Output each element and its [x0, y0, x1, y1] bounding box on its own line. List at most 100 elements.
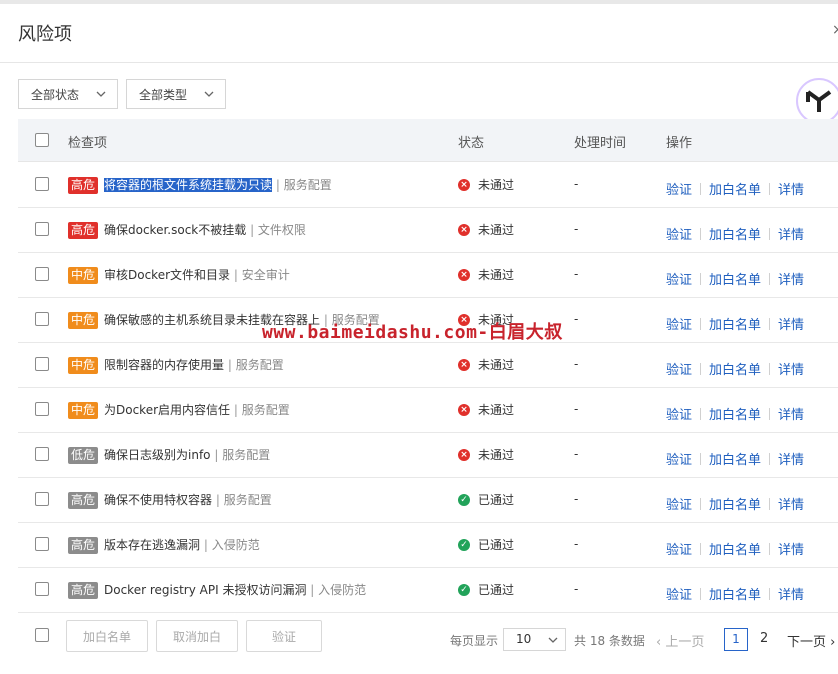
details-link[interactable]: 详情 [778, 228, 804, 243]
row-checkbox[interactable] [35, 357, 49, 371]
status-cell: ✓ 已通过 [458, 581, 514, 598]
verify-link[interactable]: 验证 [666, 183, 692, 198]
verify-link[interactable]: 验证 [666, 408, 692, 423]
page-2-button[interactable]: 2 [760, 631, 768, 646]
next-page-label: 下一页 [787, 635, 827, 650]
row-actions: 验证 加白名单 详情 [666, 314, 804, 333]
handle-time: - [574, 402, 579, 416]
details-link[interactable]: 详情 [778, 408, 804, 423]
verify-link[interactable]: 验证 [666, 498, 692, 513]
bulk-verify-button[interactable]: 验证 [246, 620, 322, 652]
details-link[interactable]: 详情 [778, 498, 804, 513]
whitelist-link[interactable]: 加白名单 [709, 453, 761, 468]
row-checkbox[interactable] [35, 222, 49, 236]
row-actions: 验证 加白名单 详情 [666, 404, 804, 423]
check-item-title: 限制容器的内存使用量 [104, 358, 225, 372]
verify-link[interactable]: 验证 [666, 543, 692, 558]
chevron-left-icon: ‹ [656, 635, 662, 650]
row-actions: 验证 加白名单 详情 [666, 494, 804, 513]
type-filter-select[interactable]: 全部类型 [126, 79, 226, 109]
whitelist-link[interactable]: 加白名单 [709, 318, 761, 333]
footer-select-all-checkbox[interactable] [35, 628, 49, 642]
column-check: 检查项 [68, 136, 108, 151]
row-checkbox[interactable] [35, 537, 49, 551]
check-item-title: 审核Docker文件和目录 [104, 268, 231, 282]
row-checkbox[interactable] [35, 267, 49, 281]
details-link[interactable]: 详情 [778, 363, 804, 378]
action-divider [700, 318, 702, 330]
status-text: 未通过 [478, 403, 515, 417]
details-link[interactable]: 详情 [778, 183, 804, 198]
action-divider [700, 273, 702, 285]
window-top-edge [0, 0, 838, 4]
check-item-name: 确保日志级别为info | 服务配置 [104, 448, 271, 462]
verify-link[interactable]: 验证 [666, 273, 692, 288]
handle-time: - [574, 177, 579, 191]
whitelist-link[interactable]: 加白名单 [709, 273, 761, 288]
whitelist-link[interactable]: 加白名单 [709, 588, 761, 603]
per-page-select[interactable]: 10 [503, 628, 566, 651]
status-text: 未通过 [478, 178, 515, 192]
check-item-category: 安全审计 [241, 268, 290, 282]
verify-link[interactable]: 验证 [666, 453, 692, 468]
risk-level-badge: 高危 [68, 222, 99, 239]
action-divider [769, 228, 771, 240]
status-text: 未通过 [478, 358, 515, 372]
prev-page-button[interactable]: ‹ 上一页 [656, 631, 704, 650]
verify-link[interactable]: 验证 [666, 588, 692, 603]
whitelist-link[interactable]: 加白名单 [709, 183, 761, 198]
select-all-checkbox[interactable] [35, 133, 49, 147]
table-row: 高危 Docker registry API 未授权访问漏洞 | 入侵防范 ✓ 已通过… [18, 567, 838, 613]
details-link[interactable]: 详情 [778, 543, 804, 558]
page-1-button[interactable]: 1 [724, 628, 748, 651]
per-page-label: 每页显示 [450, 634, 499, 648]
whitelist-link[interactable]: 加白名单 [709, 498, 761, 513]
assistant-logo-icon[interactable] [796, 78, 838, 124]
close-icon[interactable]: × [832, 22, 838, 38]
row-checkbox[interactable] [35, 312, 49, 326]
row-actions: 验证 加白名单 详情 [666, 359, 804, 378]
check-item-category: 入侵防范 [211, 538, 260, 552]
status-cell: × 未通过 [458, 221, 514, 238]
type-filter-value: 全部类型 [139, 87, 188, 102]
table-row: 高危 确保不使用特权容器 | 服务配置 ✓ 已通过 - 验证 加白名单 详情 [18, 477, 838, 523]
action-divider [769, 408, 771, 420]
next-page-button[interactable]: 下一页 › [787, 631, 835, 650]
row-checkbox[interactable] [35, 492, 49, 506]
action-divider [700, 588, 702, 600]
whitelist-link[interactable]: 加白名单 [709, 363, 761, 378]
bulk-whitelist-button[interactable]: 加白名单 [66, 620, 148, 652]
details-link[interactable]: 详情 [778, 273, 804, 288]
risk-level-badge: 中危 [68, 267, 99, 284]
check-item-title: Docker registry API 未授权访问漏洞 [104, 583, 307, 597]
row-checkbox[interactable] [35, 402, 49, 416]
check-item-category: 服务配置 [241, 403, 290, 417]
action-divider [700, 228, 702, 240]
verify-link[interactable]: 验证 [666, 318, 692, 333]
whitelist-link[interactable]: 加白名单 [709, 408, 761, 423]
status-filter-select[interactable]: 全部状态 [18, 79, 118, 109]
whitelist-link[interactable]: 加白名单 [709, 543, 761, 558]
action-divider [769, 318, 771, 330]
row-checkbox[interactable] [35, 582, 49, 596]
row-checkbox[interactable] [35, 447, 49, 461]
details-link[interactable]: 详情 [778, 453, 804, 468]
verify-link[interactable]: 验证 [666, 228, 692, 243]
chevron-down-icon [96, 91, 106, 97]
check-item-category: 入侵防范 [318, 583, 367, 597]
action-divider [769, 453, 771, 465]
details-link[interactable]: 详情 [778, 318, 804, 333]
risk-level-badge: 中危 [68, 402, 99, 419]
check-item-title: 确保docker.sock不被挂载 [104, 223, 247, 237]
row-checkbox[interactable] [35, 177, 49, 191]
verify-link[interactable]: 验证 [666, 363, 692, 378]
cancel-whitelist-button[interactable]: 取消加白 [156, 620, 238, 652]
status-cell: × 未通过 [458, 446, 514, 463]
action-divider [700, 453, 702, 465]
check-item-name: 确保docker.sock不被挂载 | 文件权限 [104, 223, 306, 237]
details-link[interactable]: 详情 [778, 588, 804, 603]
whitelist-link[interactable]: 加白名单 [709, 228, 761, 243]
handle-time: - [574, 357, 579, 371]
chevron-down-icon [548, 637, 558, 643]
risk-level-badge: 高危 [68, 537, 99, 554]
